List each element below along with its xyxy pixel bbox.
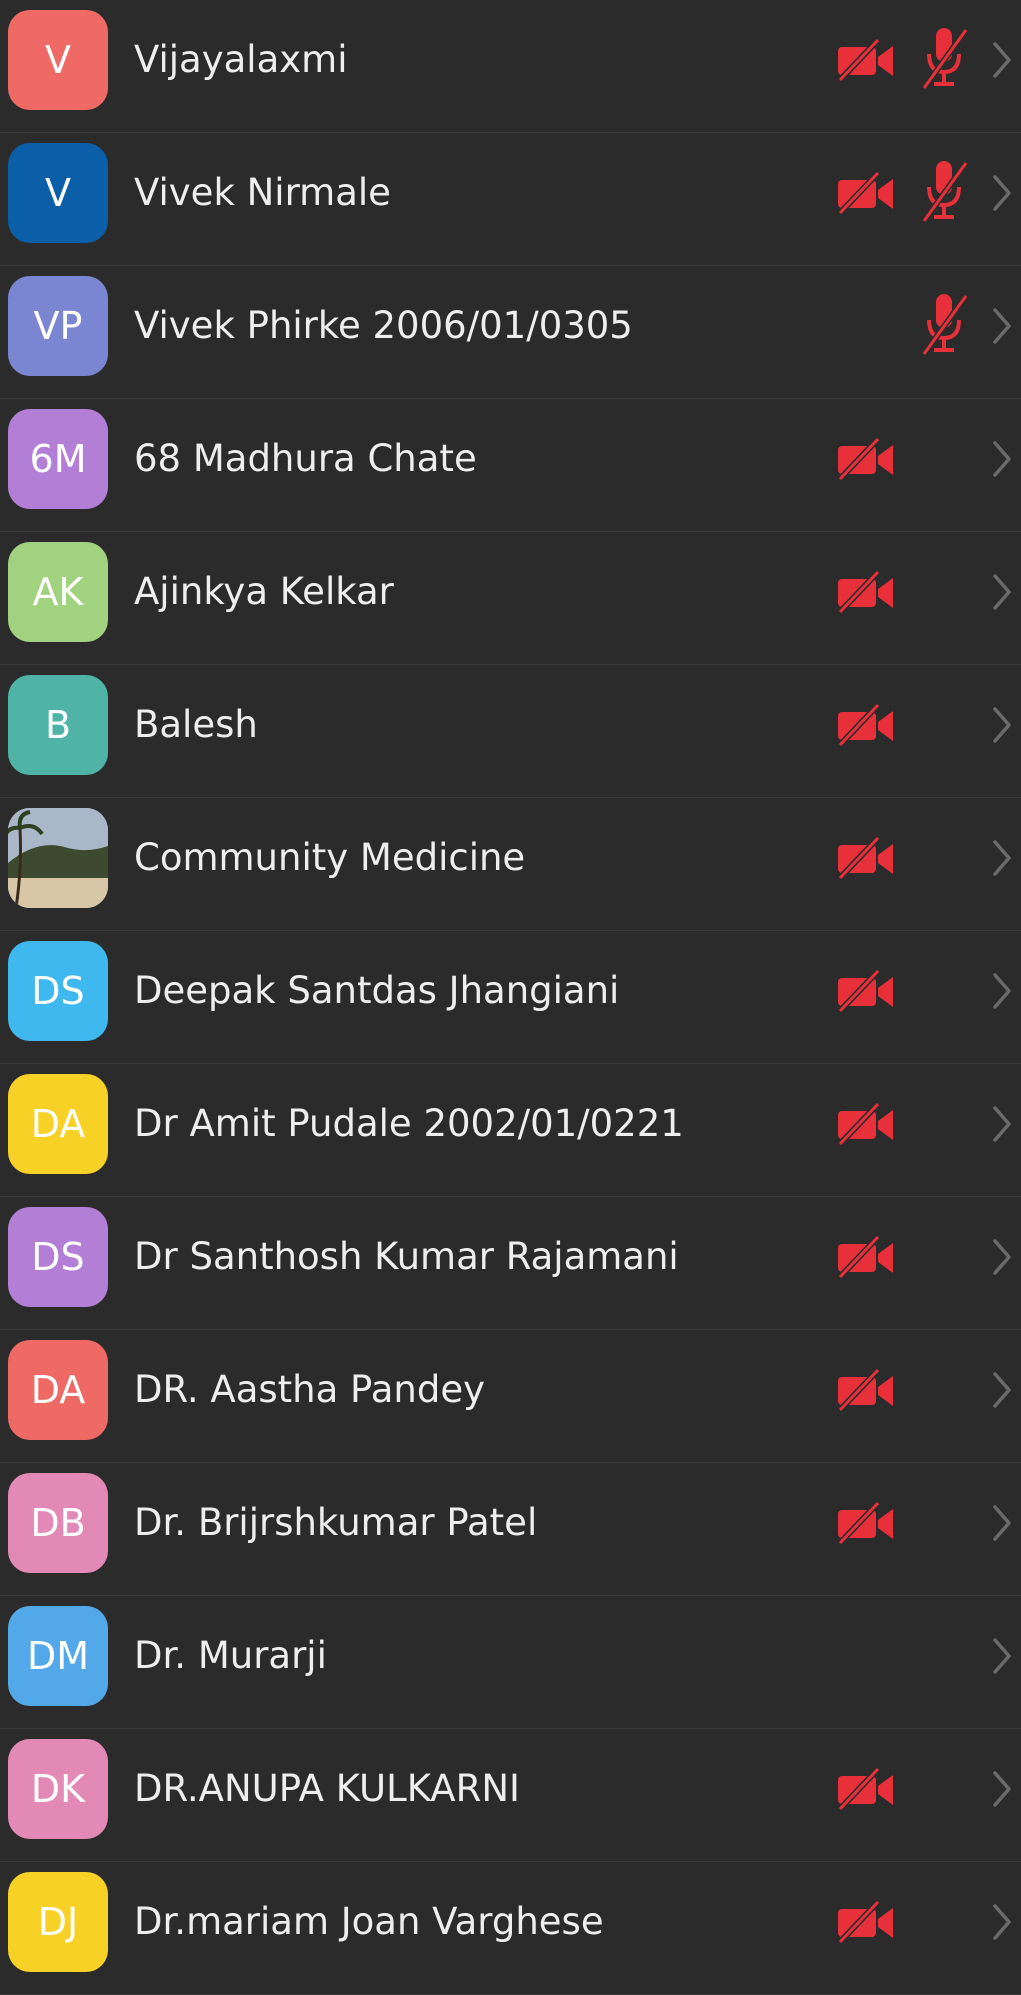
participant-row[interactable]: DS Deepak Santdas Jhangiani [0,931,1021,1064]
avatar: V [8,10,108,110]
participant-name: DR.ANUPA KULKARNI [134,1767,520,1810]
participant-name: Dr. Brijrshkumar Patel [134,1501,538,1544]
avatar-initials: DB [30,1501,86,1545]
chevron-right-icon[interactable] [990,1636,1014,1676]
participant-name: Dr. Murarji [134,1634,327,1677]
avatar-initials: DM [26,1634,90,1678]
chevron-right-icon[interactable] [990,1237,1014,1277]
chevron-right-icon[interactable] [990,705,1014,745]
avatar-initials: V [45,171,71,215]
participant-row[interactable]: DB Dr. Brijrshkumar Patel [0,1463,1021,1596]
mic-off-icon [918,26,970,92]
avatar: 6M [8,409,108,509]
participant-name: 68 Madhura Chate [134,437,477,480]
avatar-initials: 6M [29,437,87,481]
video-off-icon [836,835,896,881]
avatar-initials: DK [30,1767,86,1811]
participant-row[interactable]: DA Dr Amit Pudale 2002/01/0221 [0,1064,1021,1197]
avatar-initials: DA [30,1368,86,1412]
chevron-right-icon[interactable] [990,173,1014,213]
participant-name: Dr.mariam Joan Varghese [134,1900,604,1943]
participant-row[interactable]: DS Dr Santhosh Kumar Rajamani [0,1197,1021,1330]
chevron-right-icon[interactable] [990,1104,1014,1144]
avatar: DS [8,941,108,1041]
video-off-icon [836,1234,896,1280]
participant-row[interactable]: DK DR.ANUPA KULKARNI [0,1729,1021,1862]
participant-row[interactable]: DM Dr. Murarji [0,1596,1021,1729]
avatar: DK [8,1739,108,1839]
participant-name: Vijayalaxmi [134,38,348,81]
participant-row[interactable]: V Vijayalaxmi [0,0,1021,133]
participant-name: Vivek Nirmale [134,171,391,214]
video-off-icon [836,1766,896,1812]
video-off-icon [836,1899,896,1945]
chevron-right-icon[interactable] [990,1503,1014,1543]
video-off-icon [836,569,896,615]
participant-row[interactable]: V Vivek Nirmale [0,133,1021,266]
video-off-icon [836,436,896,482]
chevron-right-icon[interactable] [990,1902,1014,1942]
participant-row[interactable]: 6M 68 Madhura Chate [0,399,1021,532]
video-off-icon [836,702,896,748]
avatar: B [8,675,108,775]
participant-name: Balesh [134,703,258,746]
participant-name: Deepak Santdas Jhangiani [134,969,620,1012]
chevron-right-icon[interactable] [990,971,1014,1011]
avatar-initials: V [45,38,71,82]
video-off-icon [836,1500,896,1546]
video-off-icon [836,1367,896,1413]
avatar: DM [8,1606,108,1706]
avatar-initials: DA [30,1102,86,1146]
participant-name: Dr Amit Pudale 2002/01/0221 [134,1102,684,1145]
avatar: DA [8,1074,108,1174]
participant-name: Vivek Phirke 2006/01/0305 [134,304,633,347]
participant-name: Dr Santhosh Kumar Rajamani [134,1235,679,1278]
participant-row[interactable]: B Balesh [0,665,1021,798]
avatar: DB [8,1473,108,1573]
participant-row[interactable]: DA DR. Aastha Pandey [0,1330,1021,1463]
video-off-icon [836,968,896,1014]
chevron-right-icon[interactable] [990,572,1014,612]
avatar-initials: DS [31,969,85,1013]
chevron-right-icon[interactable] [990,439,1014,479]
avatar-initials: DS [31,1235,85,1279]
chevron-right-icon[interactable] [990,306,1014,346]
video-off-icon [836,170,896,216]
avatar: DS [8,1207,108,1307]
participant-row[interactable]: AK Ajinkya Kelkar [0,532,1021,665]
avatar-initials: VP [33,304,83,348]
chevron-right-icon[interactable] [990,1769,1014,1809]
avatar-initials: DJ [37,1900,79,1944]
avatar: AK [8,542,108,642]
avatar-initials: AK [32,570,84,614]
participant-name: Community Medicine [134,836,526,879]
mic-off-icon [918,159,970,225]
avatar-photo [8,808,108,908]
avatar-initials: B [44,703,72,747]
chevron-right-icon[interactable] [990,1370,1014,1410]
participant-name: Ajinkya Kelkar [134,570,394,613]
participant-row[interactable]: Community Medicine [0,798,1021,931]
mic-off-icon [918,292,970,358]
chevron-right-icon[interactable] [990,40,1014,80]
participant-row[interactable]: DJ Dr.mariam Joan Varghese [0,1862,1021,1995]
video-off-icon [836,1101,896,1147]
avatar: DA [8,1340,108,1440]
chevron-right-icon[interactable] [990,838,1014,878]
avatar: VP [8,276,108,376]
avatar: V [8,143,108,243]
video-off-icon [836,37,896,83]
participant-row[interactable]: VP Vivek Phirke 2006/01/0305 [0,266,1021,399]
avatar: DJ [8,1872,108,1972]
participant-name: DR. Aastha Pandey [134,1368,485,1411]
